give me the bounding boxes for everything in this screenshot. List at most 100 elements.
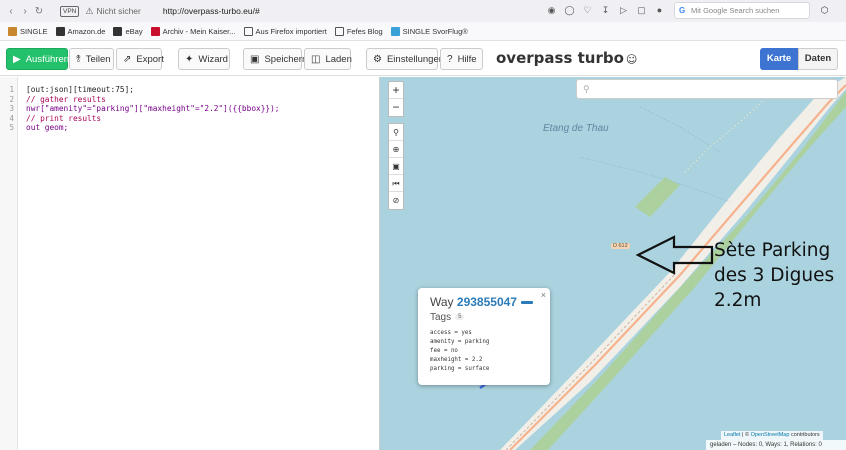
settings-button[interactable]: ⚙ Einstellungen <box>366 48 444 70</box>
share-button[interactable]: ⥉ Teilen <box>69 48 114 70</box>
zoom-control: + − <box>388 81 404 117</box>
line-number: 4 <box>9 114 14 123</box>
warning-icon[interactable]: ⚠ <box>85 6 93 17</box>
reload-icon[interactable]: ↻ <box>32 6 46 17</box>
map-tools: ⚲ ⊕ ▣ ⏮ ⊘ <box>388 123 404 210</box>
browser-search-placeholder: Mit Google Search suchen <box>691 6 780 15</box>
folder-icon <box>334 26 344 36</box>
tab-map[interactable]: Karte <box>760 48 798 70</box>
tag-item: fee = no <box>430 348 458 354</box>
bookmark-icon <box>8 26 17 36</box>
smiley-icon: ☺ <box>625 53 638 66</box>
app-title: overpass turbo ☺ <box>496 49 638 67</box>
bookmark-single-svorflug[interactable]: SINGLE SvorFlug® <box>390 26 468 36</box>
browser-search-input[interactable]: G Mit Google Search suchen <box>674 2 810 19</box>
browser-window: ‹ › ↻ VPN ⚠ Nicht sicher http://overpass… <box>0 0 846 450</box>
close-icon[interactable]: × <box>541 290 546 300</box>
gear-icon: ⚙ <box>373 53 382 65</box>
zoom-in-button[interactable]: + <box>389 82 403 99</box>
zoom-out-button[interactable]: − <box>389 99 403 116</box>
search-icon[interactable]: ⚲ <box>389 124 403 141</box>
camera-icon[interactable]: ◉ <box>545 4 558 17</box>
way-id-link[interactable]: 293855047 <box>457 295 517 309</box>
line-number: 3 <box>9 104 14 113</box>
export-icon: ⇗ <box>123 53 132 65</box>
back-icon[interactable]: ‹ <box>4 6 18 17</box>
map-attribution: Leaflet | © OpenStreetMap contributors <box>721 431 823 440</box>
archive-icon <box>150 26 160 36</box>
help-icon: ? <box>447 53 453 65</box>
export-button[interactable]: ⇗ Export <box>116 48 164 70</box>
map-search-input[interactable]: ⚲ <box>576 79 838 99</box>
osm-link[interactable]: OpenStreetMap <box>751 432 790 438</box>
wallet-icon[interactable]: ▢ <box>635 4 648 17</box>
line-number: 1 <box>9 85 14 94</box>
plane-icon <box>390 26 400 36</box>
load-button[interactable]: ◫ Laden <box>304 48 352 70</box>
code-line[interactable]: // gather results <box>26 95 106 104</box>
bookmark-amazon[interactable]: Amazon.de <box>55 26 105 36</box>
bookmark-fefes-blog[interactable]: Fefes Blog <box>334 26 383 36</box>
tag-item: amenity = parking <box>430 339 490 345</box>
tab-data[interactable]: Daten <box>798 48 838 70</box>
tag-count-badge: 5 <box>455 314 465 321</box>
road-label: D 612 <box>611 243 630 249</box>
save-icon: ▣ <box>250 53 260 65</box>
folder-icon <box>243 26 253 36</box>
heart-icon[interactable]: ♡ <box>581 4 594 17</box>
code-line[interactable]: // print results <box>26 114 101 123</box>
line-number: 5 <box>9 123 14 132</box>
skip-back-icon[interactable]: ⏮ <box>389 175 403 192</box>
url-field[interactable]: http://overpass-turbo.eu/# <box>163 6 260 16</box>
app-toolbar: ▶ Ausführen ⥉ Teilen ⇗ Export ✦ Wizard ▣ Spei… <box>0 41 846 76</box>
amazon-icon <box>55 26 65 36</box>
bookmark-folder-firefox[interactable]: Aus Firefox importiert <box>243 26 327 36</box>
map-view[interactable]: + − ⚲ ⊕ ▣ ⏮ ⊘ ⚲ Etang de Thau D 612 Sète… <box>380 77 846 450</box>
bookmark-single[interactable]: SINGLE <box>8 26 48 36</box>
line-number-gutter: 1 2 3 4 5 <box>0 77 18 450</box>
code-line[interactable]: out geom; <box>26 123 68 132</box>
media-icon[interactable]: ▷ <box>617 4 630 17</box>
tag-item: maxheight = 2.2 <box>430 357 483 363</box>
vpn-badge[interactable]: VPN <box>60 5 80 17</box>
download-icon[interactable]: ↧ <box>599 4 612 17</box>
save-button[interactable]: ▣ Speichern <box>243 48 307 70</box>
annotation-line: Sète Parking <box>714 240 831 261</box>
image-icon[interactable]: ▣ <box>389 158 403 175</box>
wand-icon: ✦ <box>185 53 194 65</box>
forward-icon[interactable]: › <box>18 6 32 17</box>
bookmark-ebay[interactable]: eBay <box>113 26 143 36</box>
locate-icon[interactable]: ⊕ <box>389 141 403 158</box>
search-icon: ⚲ <box>583 84 590 94</box>
tag-item: access = yes <box>430 330 472 336</box>
leaflet-link[interactable]: Leaflet <box>724 432 741 438</box>
popup-title: Way 293855047 <box>430 295 538 309</box>
security-status[interactable]: Nicht sicher <box>96 6 140 16</box>
tag-item: parking = surface <box>430 366 490 372</box>
feature-popup: × Way 293855047 Tags 5 access = yes ameni… <box>418 288 550 385</box>
tag-list: access = yes amenity = parking fee = no … <box>430 329 538 374</box>
code-line[interactable]: nwr["amenity"="parking"]["maxheight"="2.… <box>26 104 279 113</box>
google-icon: G <box>679 6 686 15</box>
query-editor[interactable]: 1 2 3 4 5 [out:json][timeout:75]; // gat… <box>0 77 380 450</box>
profile-icon[interactable]: ● <box>653 4 666 17</box>
code-line[interactable]: [out:json][timeout:75]; <box>26 85 134 94</box>
share-icon: ⥉ <box>76 53 81 65</box>
wizard-button[interactable]: ✦ Wizard <box>178 48 230 70</box>
ebay-icon <box>113 26 123 36</box>
no-icon[interactable]: ⊘ <box>389 192 403 209</box>
handwritten-annotation: Sète Parking des 3 Digues 2.2m <box>714 238 834 313</box>
shield-icon[interactable]: ◯ <box>563 4 576 17</box>
help-button[interactable]: ? Hilfe <box>440 48 483 70</box>
folder-open-icon: ◫ <box>311 53 321 65</box>
annotation-line: 2.2m <box>714 290 762 311</box>
extensions-icon[interactable]: ⬡ <box>818 4 831 17</box>
data-status: geladen – Nodes: 0, Ways: 1, Relations: … <box>706 440 846 450</box>
bookmark-archiv[interactable]: Archiv - Mein Kaiser... <box>150 26 236 36</box>
bookmarks-bar: SINGLE Amazon.de eBay Archiv - Mein Kais… <box>0 22 846 41</box>
line-number: 2 <box>9 95 14 104</box>
run-button[interactable]: ▶ Ausführen <box>6 48 69 70</box>
zoom-to-icon[interactable] <box>520 301 533 305</box>
lake-label: Etang de Thau <box>543 123 609 134</box>
tags-heading: Tags 5 <box>430 312 538 323</box>
